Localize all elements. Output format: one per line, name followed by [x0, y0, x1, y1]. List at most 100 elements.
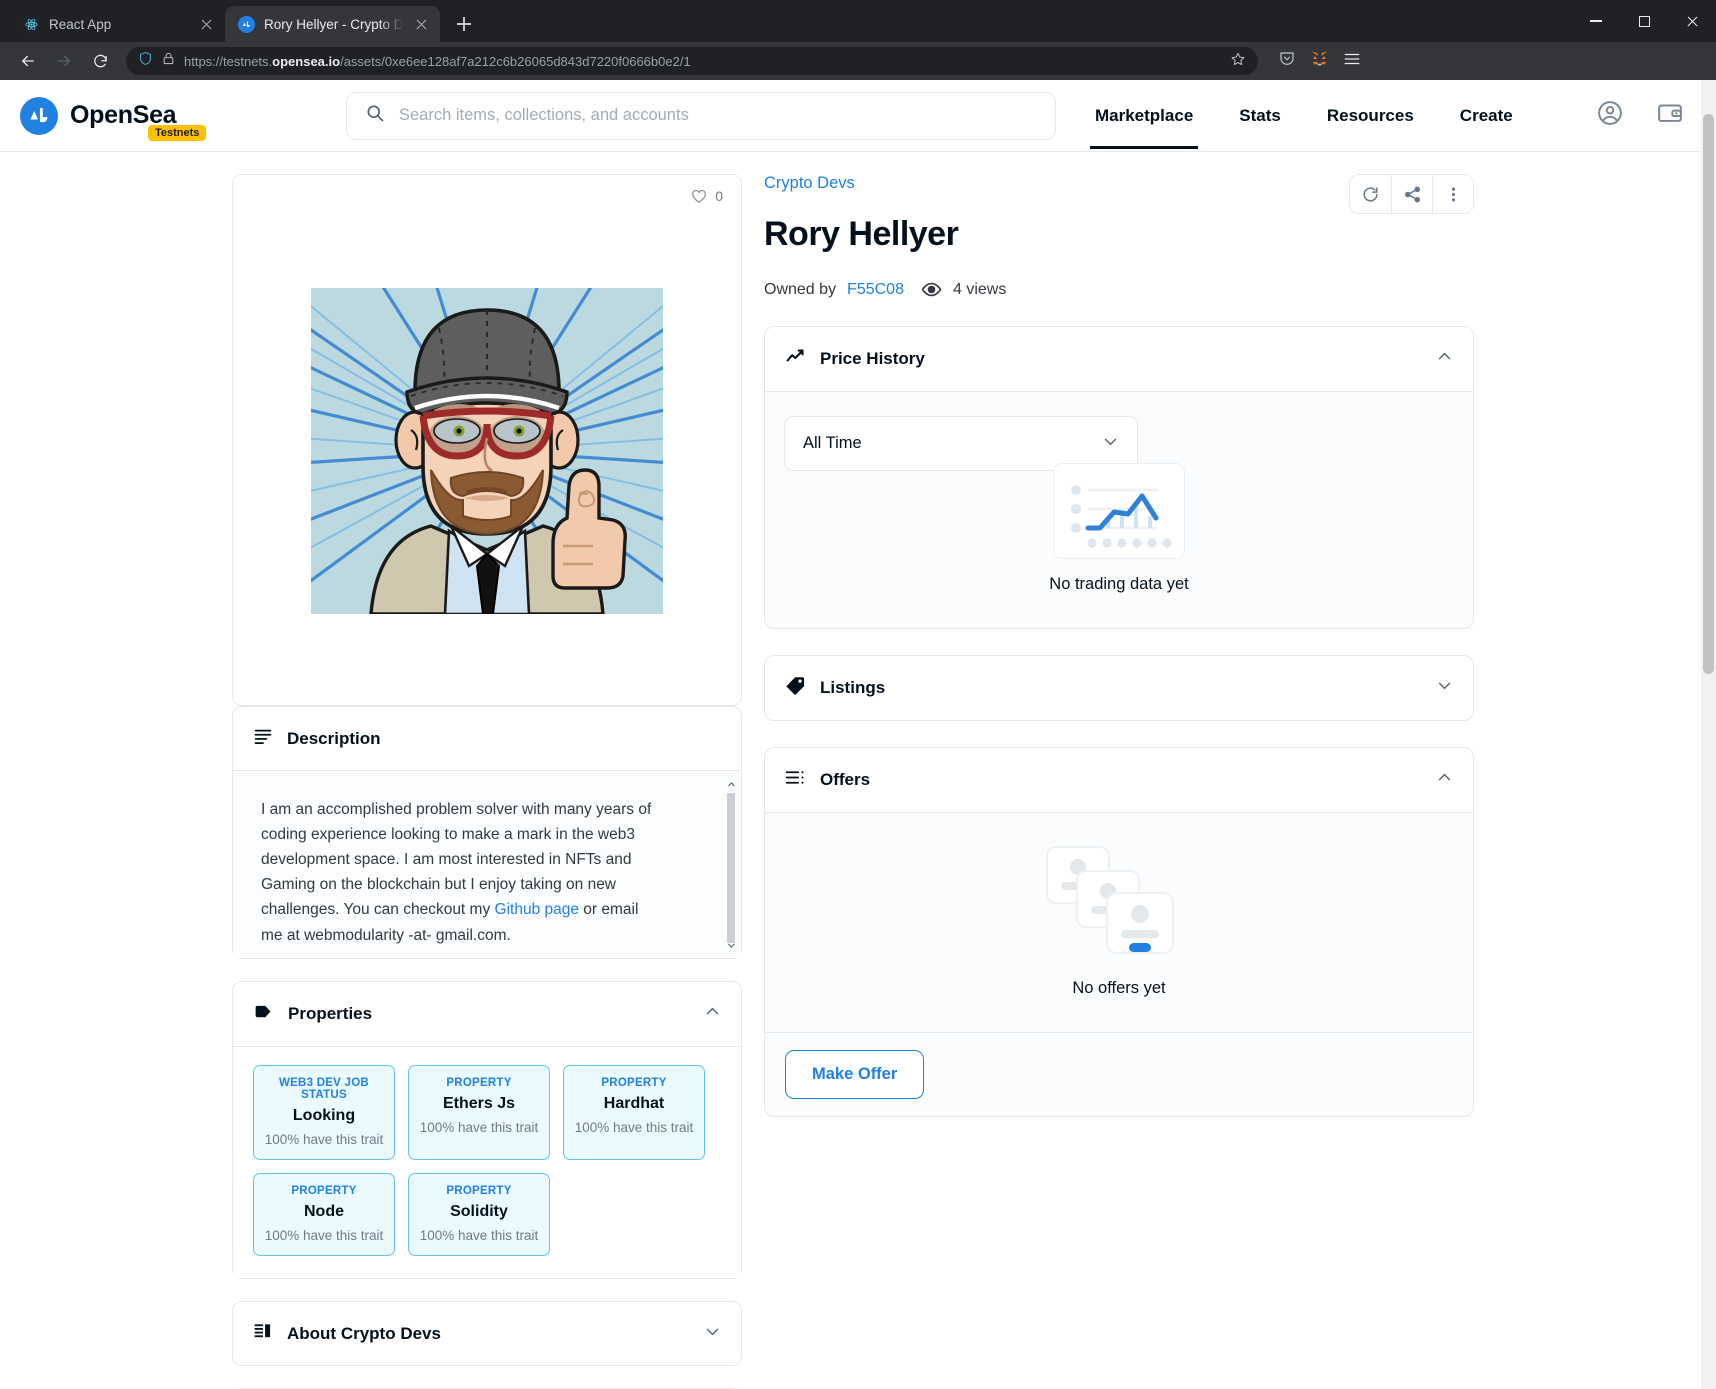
trait-card[interactable]: PROPERTY Node 100% have this trait — [253, 1173, 395, 1256]
more-options-icon[interactable] — [1432, 175, 1473, 213]
eye-icon — [921, 279, 942, 300]
forward-icon[interactable] — [48, 45, 80, 77]
offers-empty-text: No offers yet — [1072, 979, 1166, 997]
chevron-down-icon[interactable] — [1436, 677, 1453, 699]
react-icon — [23, 15, 40, 33]
nav-item-marketplace[interactable]: Marketplace — [1072, 82, 1216, 149]
favorite-count: 0 — [715, 188, 723, 204]
make-offer-button[interactable]: Make Offer — [785, 1050, 925, 1099]
opensea-header: OpenSea Testnets Marketplace Stats Resou… — [0, 80, 1716, 152]
chevron-down-icon — [1102, 433, 1119, 455]
trait-card[interactable]: WEB3 DEV JOB STATUS Looking 100% have th… — [253, 1065, 395, 1160]
url-text: https://testnets.opensea.io/assets/0xe6e… — [184, 53, 691, 69]
nft-artwork[interactable] — [311, 288, 663, 614]
opensea-icon — [238, 15, 255, 33]
minimize-button[interactable] — [1572, 0, 1620, 42]
maximize-button[interactable] — [1620, 0, 1668, 42]
properties-grid: WEB3 DEV JOB STATUS Looking 100% have th… — [233, 1046, 741, 1278]
nav-item-resources[interactable]: Resources — [1304, 82, 1437, 149]
opensea-boat-icon — [20, 96, 58, 135]
price-tag-icon — [785, 675, 806, 701]
collection-link[interactable]: Crypto Devs — [764, 174, 1349, 193]
trait-rarity: 100% have this trait — [419, 1120, 539, 1135]
page-scrollbar[interactable] — [1701, 80, 1716, 1389]
properties-header[interactable]: Properties — [233, 982, 741, 1046]
trait-card[interactable]: PROPERTY Solidity 100% have this trait — [408, 1173, 550, 1256]
page-content: OpenSea Testnets Marketplace Stats Resou… — [0, 80, 1716, 1389]
description-header[interactable]: Description — [233, 707, 741, 770]
search-input[interactable] — [399, 106, 1037, 125]
nav-item-create[interactable]: Create — [1437, 82, 1536, 149]
browser-tab-opensea[interactable]: Rory Hellyer - Crypto Devs | OpenSea — [225, 6, 440, 42]
scroll-down-icon[interactable] — [725, 938, 737, 952]
tab-label: React App — [49, 16, 112, 32]
trait-card[interactable]: PROPERTY Ethers Js 100% have this trait — [408, 1065, 550, 1160]
address-bar[interactable]: https://testnets.opensea.io/assets/0xe6e… — [126, 47, 1258, 75]
scroll-up-icon[interactable] — [725, 777, 737, 791]
about-header[interactable]: About Crypto Devs — [233, 1302, 741, 1365]
owner-address-link[interactable]: F55C08 — [847, 281, 904, 299]
opensea-logo[interactable]: OpenSea Testnets — [20, 96, 320, 141]
trait-type: PROPERTY — [446, 1185, 512, 1197]
reload-icon[interactable] — [84, 45, 116, 77]
metamask-icon[interactable] — [1310, 49, 1329, 73]
owned-by-label: Owned by — [764, 280, 837, 298]
close-window-button[interactable] — [1668, 0, 1716, 42]
tab-label: Rory Hellyer - Crypto Devs | OpenSea — [264, 16, 404, 32]
wallet-icon[interactable] — [1656, 99, 1684, 132]
account-circle-icon[interactable] — [1596, 99, 1624, 132]
nav-item-stats[interactable]: Stats — [1216, 82, 1304, 149]
about-icon — [253, 1321, 273, 1346]
asset-title-row: Crypto Devs Rory Hellyer — [764, 174, 1474, 254]
views-count: 4 views — [952, 280, 1007, 298]
chevron-up-icon[interactable] — [1436, 769, 1453, 791]
offers-title: Offers — [820, 770, 871, 789]
back-icon[interactable] — [12, 45, 44, 77]
lock-icon[interactable] — [162, 52, 175, 70]
chart-placeholder-icon — [1053, 463, 1185, 559]
new-tab-button[interactable] — [449, 9, 479, 39]
testnets-badge: Testnets — [148, 124, 207, 141]
offers-panel: Offers No offers yet Make Offer — [764, 747, 1474, 1117]
chevron-up-icon[interactable] — [704, 1003, 721, 1025]
trait-value: Looking — [292, 1107, 356, 1124]
trait-card[interactable]: PROPERTY Hardhat 100% have this trait — [563, 1065, 705, 1160]
shield-icon[interactable] — [138, 51, 153, 71]
asset-actions — [1349, 174, 1474, 214]
chevron-down-icon[interactable] — [704, 1323, 721, 1345]
close-icon[interactable] — [413, 16, 430, 33]
about-title: About Crypto Devs — [287, 1323, 441, 1343]
pocket-icon[interactable] — [1278, 50, 1296, 73]
right-column: Crypto Devs Rory Hellyer Owned by F55C08… — [764, 174, 1474, 1389]
price-history-panel: Price History All Time No trading data y… — [764, 326, 1474, 629]
description-title: Description — [287, 728, 381, 748]
close-icon[interactable] — [198, 16, 215, 33]
trait-type: PROPERTY — [601, 1077, 667, 1089]
page-scrollbar-thumb[interactable] — [1703, 114, 1714, 674]
bookmark-star-icon[interactable] — [1230, 51, 1246, 72]
about-panel: About Crypto Devs — [232, 1301, 742, 1366]
browser-tab-react-app[interactable]: React App — [10, 6, 225, 42]
github-page-link[interactable]: Github page — [495, 901, 579, 918]
refresh-icon[interactable] — [1350, 175, 1391, 213]
nft-image-wrap — [233, 217, 741, 705]
trait-value: Node — [304, 1203, 344, 1220]
trait-rarity: 100% have this trait — [419, 1228, 539, 1243]
offers-body: No offers yet Make Offer — [765, 812, 1473, 1116]
tag-icon — [253, 1001, 274, 1027]
browser-window: React App Rory Hellyer - Crypto Devs | O… — [0, 0, 1716, 1389]
properties-title: Properties — [288, 1004, 373, 1023]
main-nav: Marketplace Stats Resources Create — [1072, 82, 1536, 149]
listings-panel: Listings — [764, 655, 1474, 721]
listings-title: Listings — [820, 678, 886, 697]
favorite-button[interactable]: 0 — [690, 187, 723, 205]
listings-header[interactable]: Listings — [765, 656, 1473, 720]
search-box[interactable] — [346, 91, 1056, 140]
description-scrollbar[interactable] — [724, 777, 737, 952]
price-history-header[interactable]: Price History — [765, 327, 1473, 391]
chevron-up-icon[interactable] — [1436, 348, 1453, 370]
offers-header[interactable]: Offers — [765, 748, 1473, 812]
share-icon[interactable] — [1391, 175, 1432, 213]
trait-type: PROPERTY — [446, 1077, 512, 1089]
hamburger-menu-icon[interactable] — [1343, 50, 1361, 73]
